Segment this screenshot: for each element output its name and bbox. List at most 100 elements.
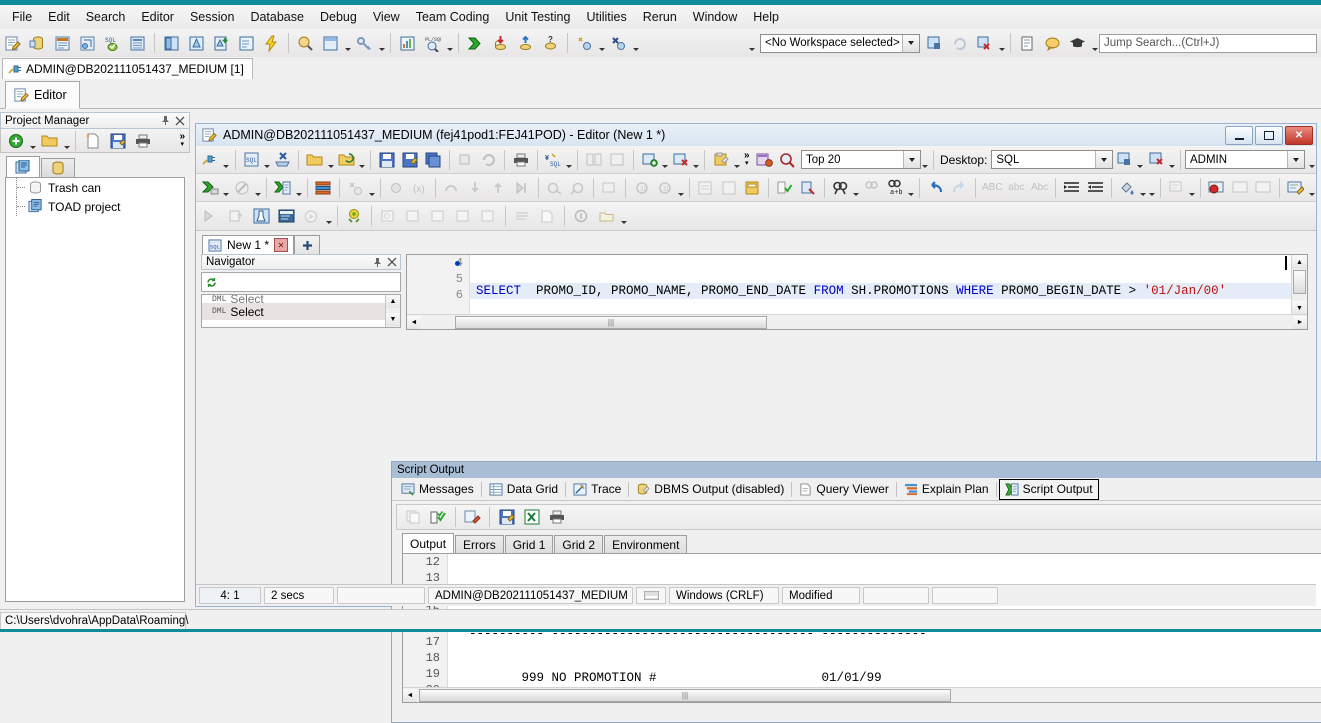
report-revision-icon[interactable] <box>536 205 559 228</box>
projects-tab[interactable] <box>6 156 40 177</box>
redo-icon[interactable] <box>949 176 970 199</box>
new-sql-icon[interactable]: SQL <box>240 148 261 171</box>
check-in-icon[interactable] <box>402 205 425 228</box>
get-latest-icon[interactable] <box>477 205 500 228</box>
chevron-down-icon[interactable] <box>377 31 386 55</box>
menu-file[interactable]: File <box>4 7 40 27</box>
menu-search[interactable]: Search <box>78 7 134 27</box>
new-editor-icon[interactable] <box>1 32 24 55</box>
top-rows-select[interactable]: Top 20 <box>801 150 921 169</box>
format-icon[interactable] <box>573 32 596 55</box>
scroll-up-arrow-icon[interactable]: ▲ <box>386 295 400 308</box>
compare-icon[interactable] <box>185 32 208 55</box>
clear-output-icon[interactable] <box>461 506 484 529</box>
evaluate-icon[interactable]: (x) <box>409 176 430 199</box>
keyboard-icon[interactable] <box>636 587 666 604</box>
report-icon[interactable] <box>235 32 258 55</box>
clear-icon[interactable] <box>607 32 630 55</box>
session-select[interactable]: ADMIN <box>1184 150 1305 169</box>
sql-monitor-icon[interactable]: SQL <box>101 32 124 55</box>
chevron-down-icon[interactable] <box>1139 176 1147 200</box>
uppercase-icon[interactable]: ABC <box>981 176 1004 199</box>
breakpoint-icon[interactable] <box>386 176 407 199</box>
outdent-icon[interactable] <box>1085 176 1106 199</box>
delete-desktop-icon[interactable] <box>1146 148 1167 171</box>
lowercase-icon[interactable]: abc <box>1006 176 1027 199</box>
output-horizontal-scrollbar[interactable]: ◄ ||| ► <box>403 687 1321 702</box>
support-icon[interactable] <box>1041 32 1064 55</box>
chevron-down-icon[interactable] <box>997 31 1006 55</box>
open-file-icon[interactable] <box>304 148 325 171</box>
chevron-down-icon[interactable] <box>1168 148 1176 172</box>
close-sql-icon[interactable] <box>272 148 293 171</box>
add-watch-icon[interactable] <box>638 148 659 171</box>
profiler2-icon[interactable] <box>567 176 588 199</box>
new-file-icon[interactable] <box>81 129 104 152</box>
format-sql-icon[interactable]: ¥ SQL <box>543 148 564 171</box>
menu-debug[interactable]: Debug <box>312 7 365 27</box>
chevron-down-icon[interactable] <box>631 31 640 55</box>
script-list-icon[interactable] <box>313 176 334 199</box>
quick-script-icon[interactable] <box>260 32 283 55</box>
database-browser-icon[interactable] <box>160 32 183 55</box>
find-objects-icon[interactable] <box>294 32 317 55</box>
inner-tab-errors[interactable]: Errors <box>455 535 504 553</box>
delete-workspace-icon[interactable] <box>973 32 996 55</box>
run-to-cursor-icon[interactable] <box>511 176 532 199</box>
chevron-down-icon[interactable] <box>358 148 366 172</box>
check-out-icon[interactable] <box>377 205 400 228</box>
play-macro-icon[interactable] <box>1230 176 1251 199</box>
chevron-down-icon[interactable] <box>907 176 915 200</box>
notes-icon[interactable] <box>1016 32 1039 55</box>
sql-recall-icon[interactable] <box>76 32 99 55</box>
menu-utilities[interactable]: Utilities <box>578 7 634 27</box>
replace-icon[interactable]: a+b <box>885 176 906 199</box>
save-output-icon[interactable] <box>495 506 518 529</box>
debug-start-icon[interactable] <box>345 176 366 199</box>
chevron-down-icon[interactable] <box>28 129 37 153</box>
execute-icon[interactable] <box>464 32 487 55</box>
color-format-icon[interactable] <box>1117 176 1138 199</box>
menu-session[interactable]: Session <box>182 7 242 27</box>
execute-script-icon[interactable] <box>272 176 293 199</box>
chevron-down-icon[interactable] <box>565 148 573 172</box>
navigator-list[interactable]: DML Select DML Select ▲ ▼ <box>201 294 401 328</box>
deploy-folder-icon[interactable] <box>595 205 618 228</box>
record-macro-icon[interactable] <box>1206 176 1227 199</box>
inner-tab-environment[interactable]: Environment <box>604 535 688 553</box>
team-coding-icon[interactable] <box>343 205 366 228</box>
deploy-icon[interactable] <box>570 205 593 228</box>
chevron-down-icon[interactable] <box>1286 151 1304 168</box>
tab-script-output[interactable]: Script Output <box>998 478 1099 500</box>
chevron-down-icon[interactable] <box>921 148 929 172</box>
inner-tab-grid-2[interactable]: Grid 2 <box>554 535 604 553</box>
chevron-down-icon[interactable] <box>445 31 454 55</box>
chevron-down-icon[interactable] <box>1308 176 1316 200</box>
chevron-down-icon[interactable] <box>902 151 920 168</box>
remove-watch-icon[interactable] <box>670 148 691 171</box>
tab-editor[interactable]: Editor <box>5 81 80 109</box>
dbms-output-toggle-icon[interactable] <box>599 176 620 199</box>
paste-sql-icon[interactable] <box>710 148 731 171</box>
tab-query-viewer[interactable]: Query Viewer <box>794 480 893 499</box>
trace-start-icon[interactable]: 10 <box>631 176 652 199</box>
chevron-down-icon[interactable] <box>326 148 334 172</box>
print-icon[interactable] <box>545 506 568 529</box>
pin-icon[interactable] <box>373 257 382 268</box>
sql-code-editor[interactable]: 4 5 6 SELECT PROMO_ID, PROMO_NAME, PROMO… <box>406 254 1308 330</box>
inner-tab-grid-1[interactable]: Grid 1 <box>504 535 554 553</box>
jump-search-input[interactable]: Jump Search...(Ctrl+J) <box>1099 33 1317 53</box>
chevron-down-icon[interactable] <box>222 148 230 172</box>
undo-checkout-icon[interactable] <box>427 205 450 228</box>
tab-dbms-output[interactable]: DBMS Output (disabled) <box>631 480 789 499</box>
step-over-icon[interactable] <box>441 176 462 199</box>
chevron-down-icon[interactable] <box>343 31 352 55</box>
menu-help[interactable]: Help <box>745 7 787 27</box>
chevron-down-icon[interactable] <box>1094 151 1112 168</box>
menu-edit[interactable]: Edit <box>40 7 78 27</box>
compare-revisions-icon[interactable] <box>511 205 534 228</box>
sync-icon[interactable] <box>478 148 499 171</box>
check-all-icon[interactable] <box>427 506 450 529</box>
plsql-debug-icon[interactable]: PL/SQL <box>421 32 444 55</box>
execute-current-icon[interactable] <box>200 205 223 228</box>
